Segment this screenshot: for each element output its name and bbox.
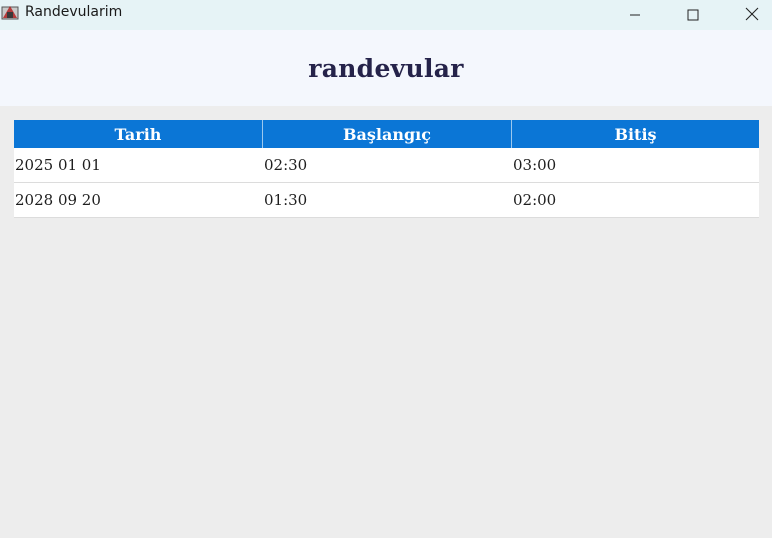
column-header-bitis[interactable]: Bitiş <box>512 120 759 148</box>
cell-start-time[interactable]: 01:30 <box>263 183 512 217</box>
cell-date[interactable]: 2028 09 20 <box>14 183 263 217</box>
close-button[interactable] <box>729 0 772 30</box>
close-icon <box>745 6 759 25</box>
app-window: Randevularim randevular Tarih Başlangıç … <box>0 0 772 538</box>
cell-date[interactable]: 2025 01 01 <box>14 148 263 182</box>
page-header: randevular <box>0 30 772 106</box>
cell-start-time[interactable]: 02:30 <box>263 148 512 182</box>
cell-end-time[interactable]: 02:00 <box>512 183 759 217</box>
app-icon <box>1 3 19 21</box>
maximize-icon <box>687 6 699 25</box>
column-header-tarih[interactable]: Tarih <box>14 120 263 148</box>
column-header-baslangic[interactable]: Başlangıç <box>263 120 512 148</box>
table-header: Tarih Başlangıç Bitiş <box>14 120 759 148</box>
title-bar[interactable]: Randevularim <box>0 0 772 30</box>
page-title: randevular <box>308 53 464 83</box>
minimize-icon <box>629 6 641 25</box>
cell-end-time[interactable]: 03:00 <box>512 148 759 182</box>
appointments-table: Tarih Başlangıç Bitiş 2025 01 01 02:30 0… <box>14 120 759 218</box>
maximize-button[interactable] <box>670 0 716 30</box>
table-row[interactable]: 2028 09 20 01:30 02:00 <box>14 183 759 218</box>
window-title: Randevularim <box>25 4 123 20</box>
minimize-button[interactable] <box>612 0 658 30</box>
table-row[interactable]: 2025 01 01 02:30 03:00 <box>14 148 759 183</box>
